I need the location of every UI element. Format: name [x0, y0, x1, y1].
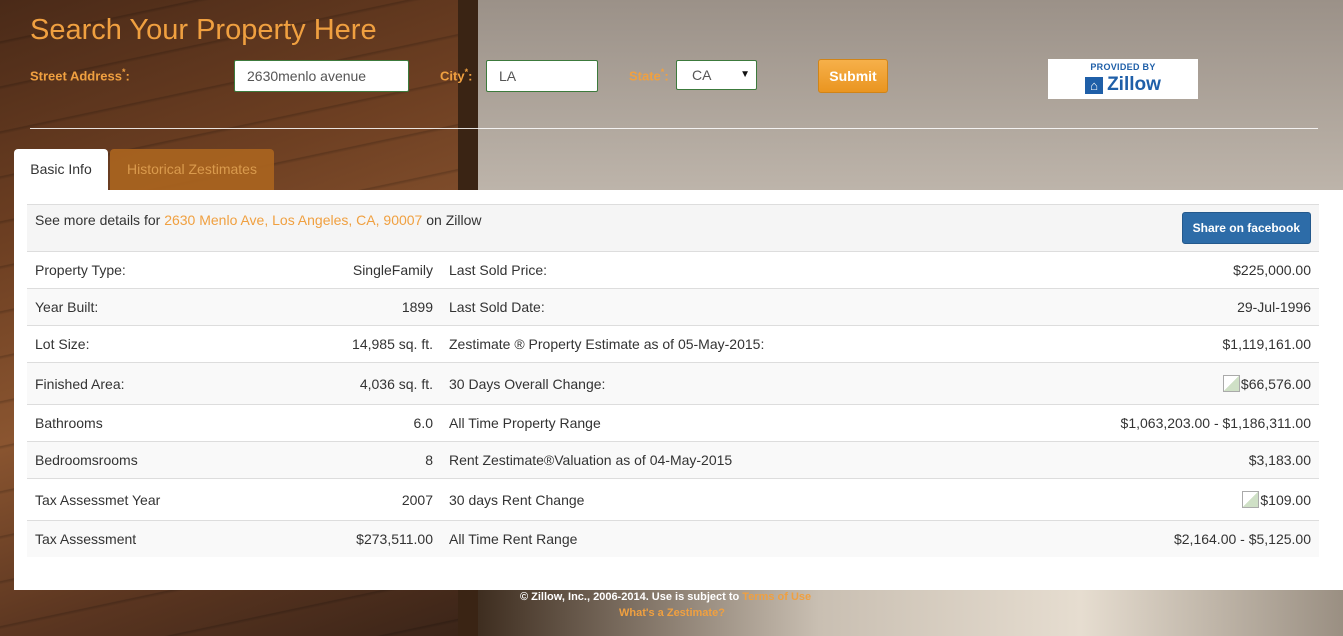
row-value: $1,119,161.00	[981, 325, 1319, 363]
tab-basic-info[interactable]: Basic Info	[14, 149, 108, 190]
row-label: Tax Assessmet Year	[27, 478, 328, 521]
row-value: 6.0	[328, 404, 441, 442]
row-label: 30 Days Overall Change:	[441, 362, 982, 405]
broken-image-icon	[1222, 375, 1240, 392]
row-value: $1,063,203.00 - $1,186,311.00	[981, 404, 1319, 442]
row-value: 29-Jul-1996	[981, 288, 1319, 326]
details-prefix: See more details for	[35, 212, 161, 228]
submit-button[interactable]: Submit	[818, 59, 888, 93]
table-row: Year Built: 1899 Last Sold Date: 29-Jul-…	[27, 288, 1319, 326]
table-row: Tax Assessmet Year 2007 30 days Rent Cha…	[27, 478, 1319, 521]
row-label: Zestimate ® Property Estimate as of 05-M…	[441, 325, 982, 363]
property-address-link[interactable]: 2630 Menlo Ave, Los Angeles, CA, 90007	[164, 212, 422, 228]
row-label: All Time Property Range	[441, 404, 982, 442]
zillow-badge[interactable]: PROVIDED BY ⌂ Zillow	[1048, 59, 1198, 99]
share-facebook-button[interactable]: Share on facebook	[1181, 212, 1311, 244]
table-row: Property Type: SingleFamily Last Sold Pr…	[27, 251, 1319, 289]
dropdown-arrow-icon: ▼	[740, 69, 750, 80]
terms-of-use-link[interactable]: Terms of Use	[742, 591, 811, 603]
row-value: $66,576.00	[981, 362, 1319, 405]
table-row: Tax Assessment $273,511.00 All Time Rent…	[27, 520, 1319, 557]
row-label: Property Type:	[27, 251, 328, 289]
details-row: See more details for 2630 Menlo Ave, Los…	[27, 204, 1319, 252]
table-row: Lot Size: 14,985 sq. ft. Zestimate ® Pro…	[27, 325, 1319, 363]
zillow-house-icon: ⌂	[1085, 76, 1104, 94]
table-row: Finished Area: 4,036 sq. ft. 30 Days Ove…	[27, 362, 1319, 405]
state-select-value: CA	[692, 67, 712, 83]
street-address-label: Street Address*:	[30, 67, 130, 84]
footer-copyright: © Zillow, Inc., 2006-2014. Use is subjec…	[520, 591, 812, 603]
row-value: 14,985 sq. ft.	[328, 325, 441, 363]
row-label: Bedroomsrooms	[27, 441, 328, 479]
street-address-input[interactable]: 2630menlo avenue	[234, 60, 409, 92]
row-value: $225,000.00	[981, 251, 1319, 289]
header-divider	[30, 128, 1318, 129]
provided-by-label: PROVIDED BY	[1090, 62, 1156, 72]
property-details-table: See more details for 2630 Menlo Ave, Los…	[27, 204, 1319, 557]
details-suffix: on Zillow	[426, 212, 482, 228]
row-label: Year Built:	[27, 288, 328, 326]
row-value: 1899	[328, 288, 441, 326]
row-label: Rent Zestimate®Valuation as of 04-May-20…	[441, 441, 982, 479]
row-value: SingleFamily	[328, 251, 441, 289]
row-value: $273,511.00	[328, 520, 441, 557]
city-input[interactable]: LA	[486, 60, 598, 92]
state-select[interactable]: CA ▼	[676, 60, 757, 90]
row-label: Bathrooms	[27, 404, 328, 442]
city-label: City*:	[440, 67, 473, 84]
broken-image-icon	[1242, 491, 1260, 508]
table-row: Bathrooms 6.0 All Time Property Range $1…	[27, 404, 1319, 442]
zillow-logo: ⌂ Zillow	[1048, 74, 1198, 96]
basic-info-panel: See more details for 2630 Menlo Ave, Los…	[14, 190, 1343, 590]
row-label: Finished Area:	[27, 362, 328, 405]
row-label: 30 days Rent Change	[441, 478, 982, 521]
row-value: $109.00	[981, 478, 1319, 521]
whats-a-zestimate-link[interactable]: What's a Zestimate?	[619, 606, 725, 621]
row-value: 4,036 sq. ft.	[328, 362, 441, 405]
row-value: 8	[328, 441, 441, 479]
row-label: Tax Assessment	[27, 520, 328, 557]
tab-historical-zestimates[interactable]: Historical Zestimates	[110, 149, 274, 190]
row-value: $2,164.00 - $5,125.00	[981, 520, 1319, 557]
row-value: 2007	[328, 478, 441, 521]
row-label: Lot Size:	[27, 325, 328, 363]
page-title: Search Your Property Here	[30, 14, 377, 46]
row-value: $3,183.00	[981, 441, 1319, 479]
table-row: Bedroomsrooms 8 Rent Zestimate®Valuation…	[27, 441, 1319, 479]
state-label: State*:	[629, 67, 669, 84]
row-label: Last Sold Date:	[441, 288, 982, 326]
row-label: All Time Rent Range	[441, 520, 982, 557]
row-label: Last Sold Price:	[441, 251, 982, 289]
